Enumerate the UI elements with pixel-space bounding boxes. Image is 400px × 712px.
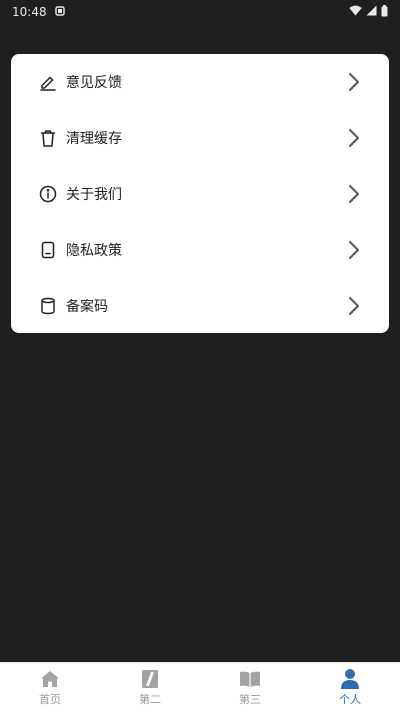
notification-icon (54, 5, 65, 19)
menu-item-feedback[interactable]: 意见反馈 (11, 54, 389, 110)
tab-label: 首页 (39, 693, 61, 706)
trash-icon (39, 129, 57, 147)
menu-item-label: 意见反馈 (66, 75, 122, 91)
tab-label: 个人 (339, 693, 361, 706)
menu-item-privacy-policy[interactable]: 隐私政策 (11, 222, 389, 278)
status-right (349, 4, 388, 20)
chevron-right-icon (347, 184, 361, 204)
wifi-icon (349, 5, 362, 19)
status-left: 10:48 (12, 5, 65, 19)
info-icon (39, 185, 57, 203)
menu-item-label: 关于我们 (66, 187, 122, 203)
status-bar: 10:48 (0, 0, 400, 24)
person-icon (339, 668, 361, 690)
bookmark-icon (139, 668, 161, 690)
status-time: 10:48 (12, 5, 47, 19)
menu-item-label: 备案码 (66, 299, 108, 315)
menu-item-label: 隐私政策 (66, 243, 122, 259)
bottom-navigation: 首页 第二 第三 个人 (0, 662, 400, 712)
chevron-right-icon (347, 128, 361, 148)
chevron-right-icon (347, 240, 361, 260)
menu-item-icp-record[interactable]: 备案码 (11, 278, 389, 333)
menu-item-clear-cache[interactable]: 清理缓存 (11, 110, 389, 166)
tab-label: 第二 (139, 693, 161, 706)
tab-third[interactable]: 第三 (200, 663, 300, 712)
document-icon (39, 241, 57, 259)
home-icon (39, 668, 61, 690)
tab-second[interactable]: 第二 (100, 663, 200, 712)
book-icon (239, 668, 261, 690)
tab-label: 第三 (239, 693, 261, 706)
tab-profile[interactable]: 个人 (300, 663, 400, 712)
chevron-right-icon (347, 72, 361, 92)
menu-item-label: 清理缓存 (66, 131, 122, 147)
signal-icon (366, 5, 377, 19)
cylinder-icon (39, 297, 57, 315)
edit-icon (39, 73, 57, 91)
battery-icon (381, 4, 388, 20)
tab-home[interactable]: 首页 (0, 663, 100, 712)
menu-item-about-us[interactable]: 关于我们 (11, 166, 389, 222)
settings-menu-card: 意见反馈 清理缓存 关于我们 隐私政策 备案码 (11, 54, 389, 333)
chevron-right-icon (347, 296, 361, 316)
